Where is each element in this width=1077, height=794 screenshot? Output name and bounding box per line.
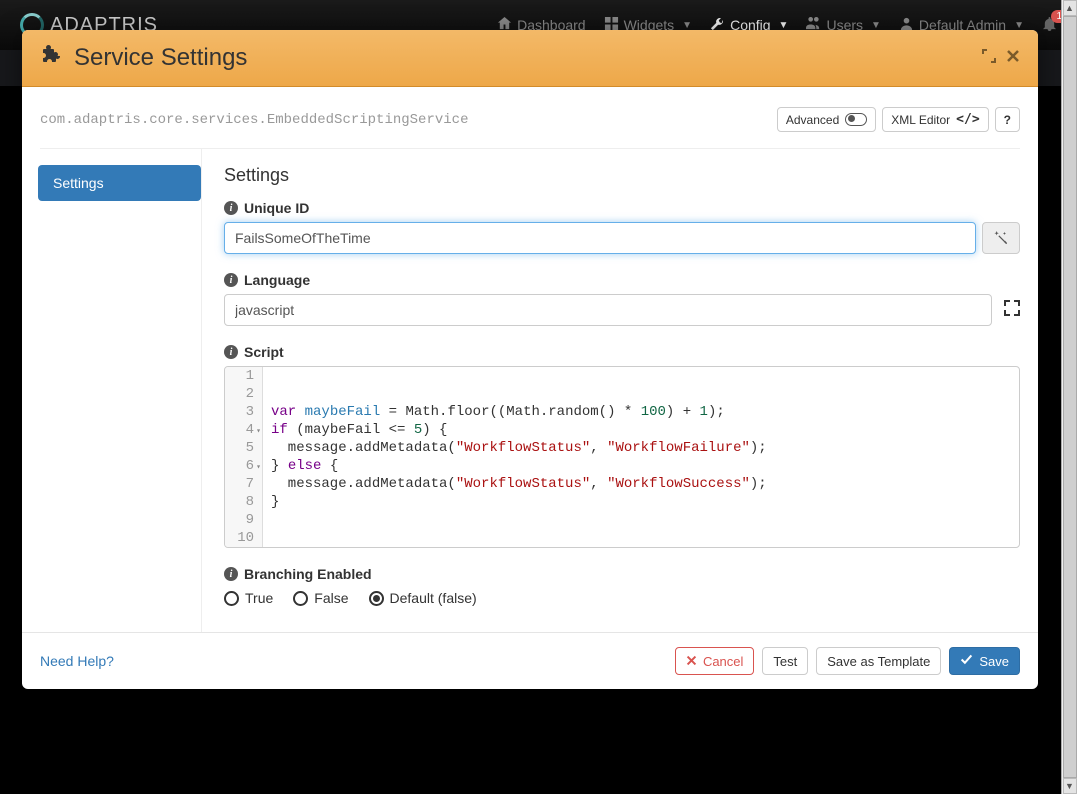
branching-radio-group: True False Default (false) xyxy=(224,590,1020,606)
script-editor[interactable]: 1 2 3var maybeFail = Math.floor((Math.ra… xyxy=(224,366,1020,548)
radio-unchecked-icon xyxy=(293,591,308,606)
info-icon: i xyxy=(224,273,238,287)
settings-side-tabs: Settings xyxy=(22,149,202,632)
scroll-down-arrow-icon[interactable]: ▼ xyxy=(1063,778,1077,794)
modal-header: Service Settings xyxy=(22,30,1038,87)
save-button[interactable]: Save xyxy=(949,647,1020,675)
info-icon: i xyxy=(224,201,238,215)
branching-radio-default[interactable]: Default (false) xyxy=(369,590,477,606)
puzzle-icon xyxy=(40,45,64,72)
branching-label: i Branching Enabled xyxy=(224,566,1020,582)
scroll-up-arrow-icon[interactable]: ▲ xyxy=(1063,0,1077,16)
script-label: i Script xyxy=(224,344,1020,360)
unique-id-input[interactable] xyxy=(224,222,976,254)
need-help-link[interactable]: Need Help? xyxy=(40,653,114,669)
maximize-icon[interactable] xyxy=(982,49,996,68)
window-scrollbar[interactable]: ▲ ▼ xyxy=(1061,0,1077,794)
toggle-off-icon xyxy=(845,113,867,126)
save-button-label: Save xyxy=(979,654,1009,669)
panel-heading: Settings xyxy=(224,165,1020,186)
xml-editor-button[interactable]: XML Editor </> xyxy=(882,107,988,132)
language-label: i Language xyxy=(224,272,1020,288)
settings-panel: Settings i Unique ID i Language xyxy=(202,149,1038,632)
chevron-down-icon: ▼ xyxy=(1014,20,1024,31)
scroll-track[interactable] xyxy=(1063,16,1077,778)
notifications-bell[interactable]: 1 xyxy=(1042,16,1057,34)
close-icon[interactable] xyxy=(1006,49,1020,68)
magic-wand-button[interactable] xyxy=(982,222,1020,254)
close-icon xyxy=(686,654,697,669)
cancel-button-label: Cancel xyxy=(703,654,743,669)
help-button[interactable]: ? xyxy=(995,107,1020,132)
branching-radio-true[interactable]: True xyxy=(224,590,273,606)
expand-icon[interactable] xyxy=(1004,300,1020,321)
modal-footer: Need Help? Cancel Test Save as Template … xyxy=(22,632,1038,689)
service-settings-modal: Service Settings com.adaptris.core.servi… xyxy=(22,30,1038,689)
chevron-down-icon: ▼ xyxy=(779,20,789,31)
branching-radio-false[interactable]: False xyxy=(293,590,348,606)
check-icon xyxy=(960,653,973,669)
language-input[interactable] xyxy=(224,294,992,326)
classpath-row: com.adaptris.core.services.EmbeddedScrip… xyxy=(22,87,1038,132)
radio-unchecked-icon xyxy=(224,591,239,606)
advanced-toggle-label: Advanced xyxy=(786,113,839,127)
wand-icon xyxy=(994,231,1008,245)
tab-settings[interactable]: Settings xyxy=(38,165,201,201)
service-classpath: com.adaptris.core.services.EmbeddedScrip… xyxy=(40,112,468,128)
radio-checked-icon xyxy=(369,591,384,606)
modal-title: Service Settings xyxy=(74,44,247,72)
chevron-down-icon: ▼ xyxy=(871,20,881,31)
advanced-toggle-button[interactable]: Advanced xyxy=(777,107,876,132)
xml-editor-label: XML Editor xyxy=(891,113,950,127)
scroll-thumb[interactable] xyxy=(1063,16,1077,778)
code-icon: </> xyxy=(956,112,979,127)
unique-id-label: i Unique ID xyxy=(224,200,1020,216)
chevron-down-icon: ▼ xyxy=(682,20,692,31)
info-icon: i xyxy=(224,567,238,581)
test-button[interactable]: Test xyxy=(762,647,808,675)
cancel-button[interactable]: Cancel xyxy=(675,647,754,675)
save-template-button[interactable]: Save as Template xyxy=(816,647,941,675)
info-icon: i xyxy=(224,345,238,359)
